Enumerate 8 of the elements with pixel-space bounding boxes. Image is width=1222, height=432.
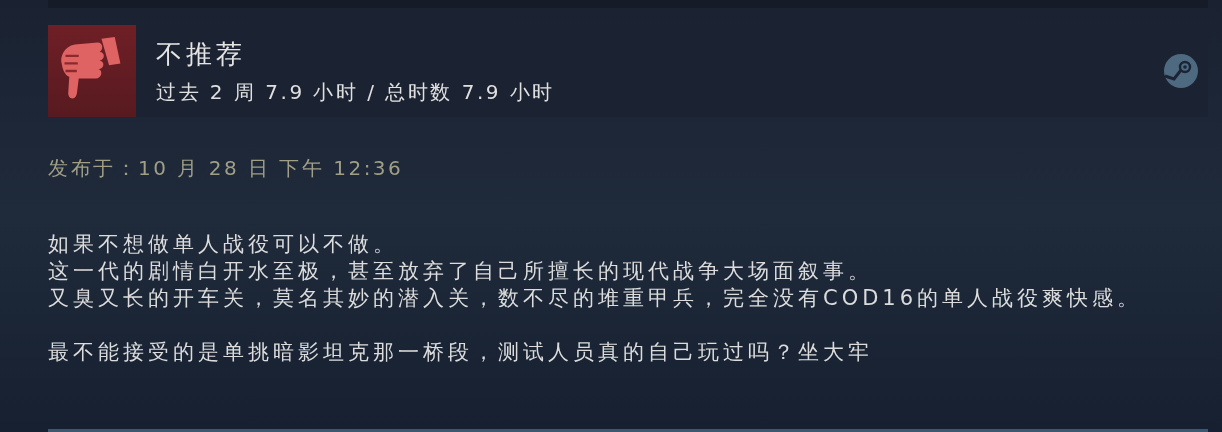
review-text-line: 最不能接受的是单挑暗影坦克那一桥段，测试人员真的自己玩过吗？坐大牢 — [48, 339, 874, 366]
steam-logo-icon — [1164, 54, 1198, 88]
playtime-text: 过去 2 周 7.9 小时 / 总时数 7.9 小时 — [156, 80, 556, 104]
review-text-line: 如果不想做单人战役可以不做。 — [48, 231, 399, 258]
review-text-line: 又臭又长的开车关，莫名其妙的潜入关，数不尽的堆重甲兵，完全没有COD16的单人战役爽快感。 — [48, 285, 1144, 312]
verdict-title: 不推荐 — [156, 38, 247, 70]
post-date: 发布于：10 月 28 日 下午 12:36 — [48, 155, 405, 182]
review-text-line: 这一代的剧情白开水至极，甚至放弃了自己所擅长的现代战争大场面叙事。 — [48, 258, 874, 285]
